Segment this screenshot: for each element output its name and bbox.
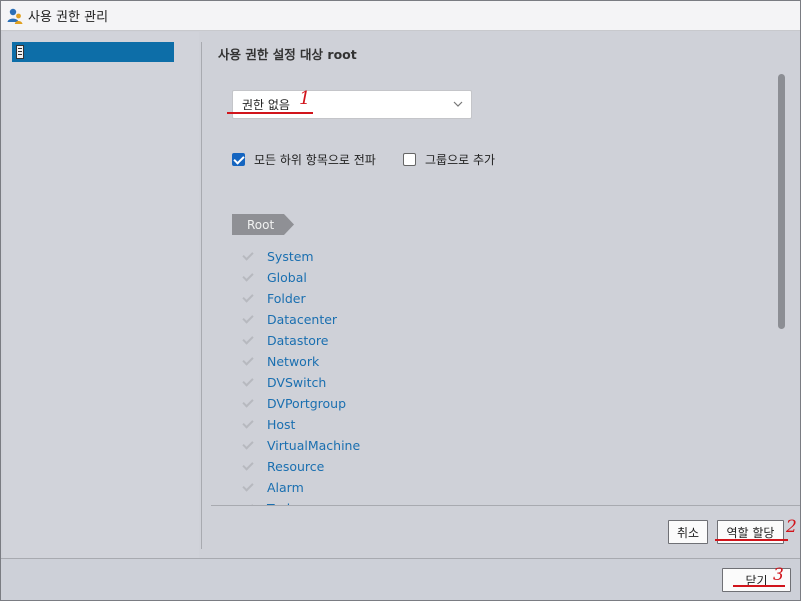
tree-item-root[interactable] — [12, 42, 174, 62]
inventory-tree — [3, 32, 199, 558]
privilege-checkbox[interactable] — [242, 461, 254, 473]
privilege-checkbox[interactable] — [242, 356, 254, 368]
chevron-down-icon — [453, 98, 463, 108]
privilege-item[interactable]: Alarm — [242, 477, 360, 498]
privilege-checkbox[interactable] — [242, 272, 254, 284]
privilege-item[interactable]: DVSwitch — [242, 372, 360, 393]
privilege-list: System Global Folder Datacenter Datastore Net… — [242, 246, 360, 505]
privilege-item[interactable]: Global — [242, 267, 360, 288]
annotation-step-3: 3 — [773, 565, 784, 585]
annotation-underline-2 — [715, 539, 788, 541]
privilege-item[interactable]: Task — [242, 498, 360, 505]
role-select-value: 권한 없음 — [242, 98, 290, 112]
privilege-label[interactable]: DVSwitch — [267, 375, 326, 390]
window-title: 사용 권한 관리 — [28, 10, 109, 25]
privilege-label[interactable]: Alarm — [267, 480, 304, 495]
privilege-label[interactable]: Datacenter — [267, 312, 337, 327]
privilege-label[interactable]: DVPortgroup — [267, 396, 346, 411]
privilege-label[interactable]: Resource — [267, 459, 324, 474]
propagate-checkbox[interactable] — [232, 153, 245, 166]
privilege-label[interactable]: Global — [267, 270, 307, 285]
privilege-item[interactable]: Network — [242, 351, 360, 372]
privilege-label[interactable]: System — [267, 249, 314, 264]
add-as-group-checkbox[interactable] — [403, 153, 416, 166]
privilege-item[interactable]: Host — [242, 414, 360, 435]
action-divider — [211, 505, 800, 506]
privilege-checkbox[interactable] — [242, 293, 254, 305]
scrollbar-thumb[interactable] — [778, 74, 785, 329]
privilege-item[interactable]: VirtualMachine — [242, 435, 360, 456]
cancel-button[interactable]: 취소 — [668, 520, 708, 544]
dialog-footer: 닫기 3 — [1, 558, 800, 600]
privilege-item[interactable]: Datacenter — [242, 309, 360, 330]
privilege-checkbox[interactable] — [242, 419, 254, 431]
privilege-checkbox[interactable] — [242, 482, 254, 494]
annotation-underline-1 — [227, 112, 313, 114]
privilege-list-viewport: System Global Folder Datacenter Datastore Net… — [232, 246, 772, 505]
propagate-option[interactable]: 모든 하위 항목으로 전파 — [232, 151, 376, 168]
privilege-item[interactable]: Datastore — [242, 330, 360, 351]
privilege-item[interactable]: Resource — [242, 456, 360, 477]
privilege-checkbox[interactable] — [242, 377, 254, 389]
privilege-item[interactable]: Folder — [242, 288, 360, 309]
privilege-checkbox[interactable] — [242, 398, 254, 410]
privilege-item[interactable]: DVPortgroup — [242, 393, 360, 414]
annotation-underline-3 — [733, 585, 785, 587]
users-icon — [6, 7, 24, 25]
panel-divider — [201, 42, 202, 549]
privilege-label[interactable]: Datastore — [267, 333, 328, 348]
device-icon — [16, 45, 24, 59]
add-as-group-option[interactable]: 그룹으로 추가 — [403, 151, 495, 168]
privilege-label[interactable]: Network — [267, 354, 319, 369]
annotation-step-2: 2 — [786, 517, 797, 537]
privilege-checkbox[interactable] — [242, 440, 254, 452]
breadcrumb[interactable]: Root — [232, 214, 294, 235]
permission-settings-panel: 사용 권한 설정 대상 root 권한 없음 1 모든 하위 항목으로 전파 그… — [203, 32, 800, 558]
privilege-label[interactable]: VirtualMachine — [267, 438, 360, 453]
privilege-checkbox[interactable] — [242, 335, 254, 347]
role-select[interactable]: 권한 없음 — [232, 90, 472, 119]
page-title: 사용 권한 설정 대상 root — [218, 47, 357, 62]
privilege-checkbox[interactable] — [242, 314, 254, 326]
propagate-label: 모든 하위 항목으로 전파 — [254, 153, 376, 167]
privilege-checkbox[interactable] — [242, 251, 254, 263]
privilege-item[interactable]: System — [242, 246, 360, 267]
add-as-group-label: 그룹으로 추가 — [425, 153, 496, 167]
privilege-label[interactable]: Folder — [267, 291, 306, 306]
annotation-step-1: 1 — [299, 88, 311, 109]
permission-dialog: 사용 권한 관리 사용 권한 설정 대상 root 권한 없음 1 모든 하위 … — [0, 0, 801, 601]
privilege-label[interactable]: Host — [267, 417, 295, 432]
title-bar: 사용 권한 관리 — [1, 1, 800, 31]
